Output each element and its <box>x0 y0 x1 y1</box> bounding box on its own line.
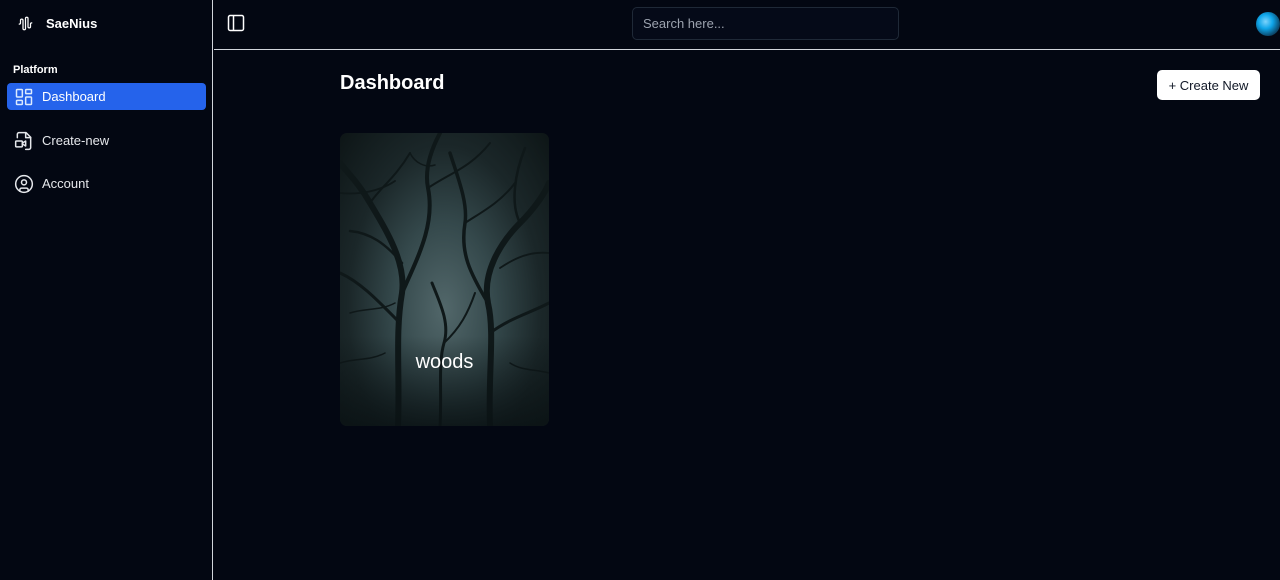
sidebar-item-account[interactable]: Account <box>7 170 206 197</box>
card-title: woods <box>415 351 474 373</box>
layout-dashboard-icon <box>15 88 33 105</box>
user-circle-icon <box>14 174 34 193</box>
topbar <box>214 0 1280 50</box>
app-root: SaeNius Platform Dashboard Create-new Ac… <box>0 0 1280 580</box>
sidebar-item-label: Dashboard <box>42 89 106 104</box>
sidebar-toggle-button[interactable] <box>226 13 246 33</box>
video-card[interactable]: woods <box>340 133 549 426</box>
brand-name: SaeNius <box>46 15 98 31</box>
sidebar-item-label: Create-new <box>42 133 110 148</box>
audio-waveform-icon <box>18 16 33 30</box>
sidebar-section-label: Platform <box>13 64 58 76</box>
sidebar-item-dashboard[interactable]: Dashboard <box>7 83 206 110</box>
sidebar: SaeNius Platform Dashboard Create-new Ac… <box>0 0 213 580</box>
avatar[interactable] <box>1256 12 1280 36</box>
card-overlay <box>340 336 549 426</box>
panel-left-icon <box>227 14 245 32</box>
file-video-icon <box>14 131 32 150</box>
brand[interactable]: SaeNius <box>18 14 97 32</box>
search-input[interactable] <box>632 7 899 40</box>
sidebar-item-label: Account <box>42 176 89 191</box>
page-title: Dashboard <box>340 72 445 94</box>
sidebar-item-create-new[interactable]: Create-new <box>7 127 206 154</box>
create-new-button[interactable]: + Create New <box>1157 70 1260 100</box>
